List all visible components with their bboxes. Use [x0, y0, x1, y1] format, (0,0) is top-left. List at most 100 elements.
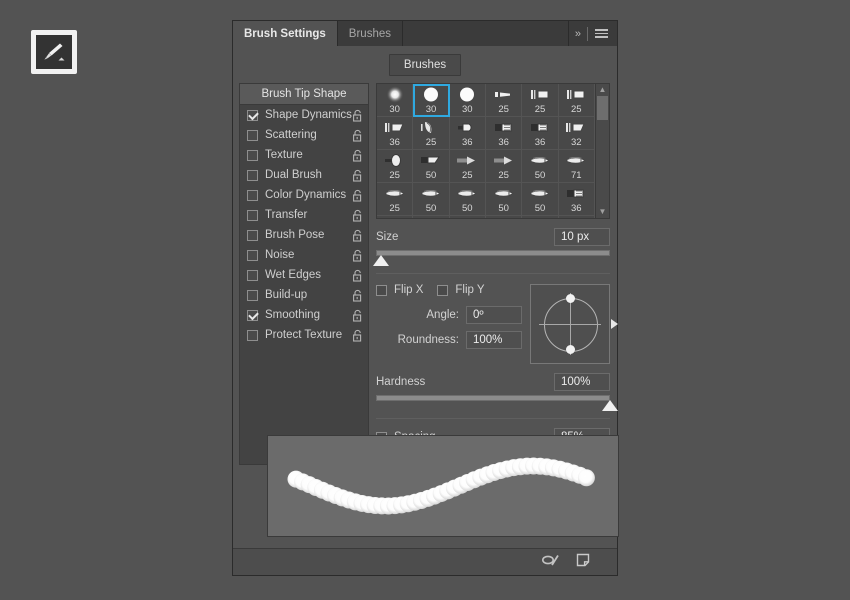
angle-pointer-icon[interactable]: [611, 319, 618, 329]
lock-icon[interactable]: [352, 149, 363, 162]
brush-preset-cell[interactable]: 36: [449, 117, 486, 150]
panel-menu-icon[interactable]: [595, 29, 608, 38]
angle-roundness-widget[interactable]: [530, 284, 618, 364]
sidebar-item-transfer[interactable]: Transfer: [240, 205, 368, 225]
lock-icon[interactable]: [352, 269, 363, 282]
lock-icon[interactable]: [352, 209, 363, 222]
option-checkbox[interactable]: [247, 169, 258, 181]
sidebar-item-wet-edges[interactable]: Wet Edges: [240, 265, 368, 285]
size-input[interactable]: 10 px: [554, 228, 610, 246]
sidebar-item-dual-brush[interactable]: Dual Brush: [240, 165, 368, 185]
option-checkbox[interactable]: [247, 249, 258, 261]
brush-preset-cell[interactable]: 30: [413, 84, 450, 117]
lock-icon[interactable]: [352, 129, 363, 142]
option-checkbox[interactable]: [247, 129, 258, 141]
sidebar-item-scattering[interactable]: Scattering: [240, 125, 368, 145]
sidebar-item-texture[interactable]: Texture: [240, 145, 368, 165]
brush-preset-cell[interactable]: 36: [522, 117, 559, 150]
brush-grid-scrollbar[interactable]: ▲ ▼: [595, 84, 609, 218]
lock-icon[interactable]: [352, 229, 363, 242]
option-checkbox[interactable]: [247, 289, 258, 301]
brush-preset-cell[interactable]: 30: [449, 84, 486, 117]
brush-preset-cell[interactable]: [486, 216, 523, 218]
hardness-slider-knob[interactable]: [602, 400, 618, 411]
brush-preset-cell[interactable]: [559, 216, 595, 218]
brush-preset-cell[interactable]: 30: [377, 84, 414, 117]
brushes-button[interactable]: Brushes: [388, 54, 462, 76]
flip-y-box-icon[interactable]: [437, 284, 449, 296]
brush-preset-cell[interactable]: 25: [485, 150, 523, 183]
sidebar-item-color-dynamics[interactable]: Color Dynamics: [240, 185, 368, 205]
brush-preset-cell[interactable]: 71: [558, 150, 595, 183]
brush-preset-cell[interactable]: 36: [485, 117, 523, 150]
option-checkbox[interactable]: [247, 189, 258, 201]
size-slider-knob[interactable]: [372, 255, 389, 266]
hardness-input[interactable]: 100%: [554, 373, 610, 391]
sidebar-item-smoothing[interactable]: Smoothing: [240, 305, 368, 325]
new-brush-preset-icon[interactable]: [575, 552, 591, 573]
flip-y-checkbox[interactable]: Flip Y: [437, 284, 485, 296]
tab-brush-settings[interactable]: Brush Settings: [233, 21, 338, 46]
lock-icon[interactable]: [352, 169, 363, 182]
hardness-slider[interactable]: [376, 394, 618, 411]
sidebar-item-brush-pose[interactable]: Brush Pose: [240, 225, 368, 245]
brush-preset-cell[interactable]: 32: [558, 117, 595, 150]
brush-preset-cell[interactable]: 25: [485, 84, 523, 117]
option-checkbox[interactable]: [247, 329, 258, 341]
angle-input[interactable]: 0º: [466, 306, 522, 324]
option-checkbox[interactable]: [247, 209, 258, 221]
brush-preset-cell[interactable]: 25: [449, 150, 486, 183]
option-checkbox[interactable]: [247, 309, 258, 321]
brush-preset-cell[interactable]: [450, 216, 486, 218]
sidebar-item-noise[interactable]: Noise: [240, 245, 368, 265]
brush-preset-cell[interactable]: 25: [522, 84, 559, 117]
flip-x-box-icon[interactable]: [376, 284, 387, 296]
brush-preset-cell[interactable]: 25: [377, 183, 414, 216]
brush-preset-cell[interactable]: 50: [485, 183, 523, 216]
flip-x-checkbox[interactable]: Flip X: [376, 284, 423, 296]
brush-preset-cell[interactable]: [413, 216, 450, 218]
brush-preset-cell[interactable]: 50: [413, 183, 450, 216]
collapse-chevrons-icon[interactable]: »: [575, 28, 581, 40]
roundness-handle-bottom[interactable]: [566, 345, 575, 354]
sidebar-item-brush-tip-shape[interactable]: Brush Tip Shape: [240, 84, 368, 105]
lock-icon[interactable]: [352, 329, 363, 342]
sidebar-item-shape-dynamics[interactable]: Shape Dynamics: [240, 105, 368, 125]
brush-preset-cell[interactable]: [522, 216, 559, 218]
option-checkbox[interactable]: [247, 269, 258, 281]
scroll-up-arrow-icon[interactable]: ▲: [599, 86, 607, 94]
lock-icon[interactable]: [352, 309, 363, 322]
tab-brushes[interactable]: Brushes: [338, 21, 403, 46]
brush-preset-cell[interactable]: 25: [377, 150, 414, 183]
size-slider[interactable]: [372, 249, 610, 266]
brush-preset-cell[interactable]: 50: [449, 183, 486, 216]
roundness-handle-top[interactable]: [566, 294, 575, 303]
roundness-input[interactable]: 100%: [466, 331, 522, 349]
brush-preset-cell[interactable]: 25: [413, 117, 450, 150]
scrollbar-thumb[interactable]: [597, 96, 608, 120]
lock-icon[interactable]: [352, 189, 363, 202]
size-slider-track[interactable]: [376, 250, 610, 256]
lock-icon[interactable]: [352, 249, 363, 262]
brush-preset-cell[interactable]: [377, 216, 414, 218]
sidebar-item-protect-texture[interactable]: Protect Texture: [240, 325, 368, 345]
brush-preset-cell[interactable]: 50: [522, 150, 559, 183]
brush-preset-cell[interactable]: 36: [377, 117, 414, 150]
lock-icon[interactable]: [352, 109, 363, 122]
brush-preset-cell[interactable]: 50: [413, 150, 450, 183]
brush-tool-icon[interactable]: [31, 30, 77, 74]
sidebar-item-build-up[interactable]: Build-up: [240, 285, 368, 305]
option-checkbox[interactable]: [247, 149, 258, 161]
brush-preset-cell[interactable]: 25: [558, 84, 595, 117]
flip-angle-left: Flip X Flip Y Angle: 0º Roundness: 100%: [376, 284, 530, 364]
create-brush-from-settings-icon[interactable]: [541, 553, 561, 572]
scrollbar-track[interactable]: [596, 94, 609, 208]
scroll-down-arrow-icon[interactable]: ▼: [599, 208, 607, 216]
brush-preset-grid[interactable]: 30 30 30 25 25 25 36 25 36 36 36 32 25 50 25 25 50 71 25 50…: [377, 84, 595, 218]
hardness-slider-track[interactable]: [376, 395, 610, 401]
brush-preset-cell[interactable]: 36: [558, 183, 595, 216]
brush-preset-cell[interactable]: 50: [522, 183, 559, 216]
option-checkbox[interactable]: [247, 109, 258, 121]
lock-icon[interactable]: [352, 289, 363, 302]
option-checkbox[interactable]: [247, 229, 258, 241]
